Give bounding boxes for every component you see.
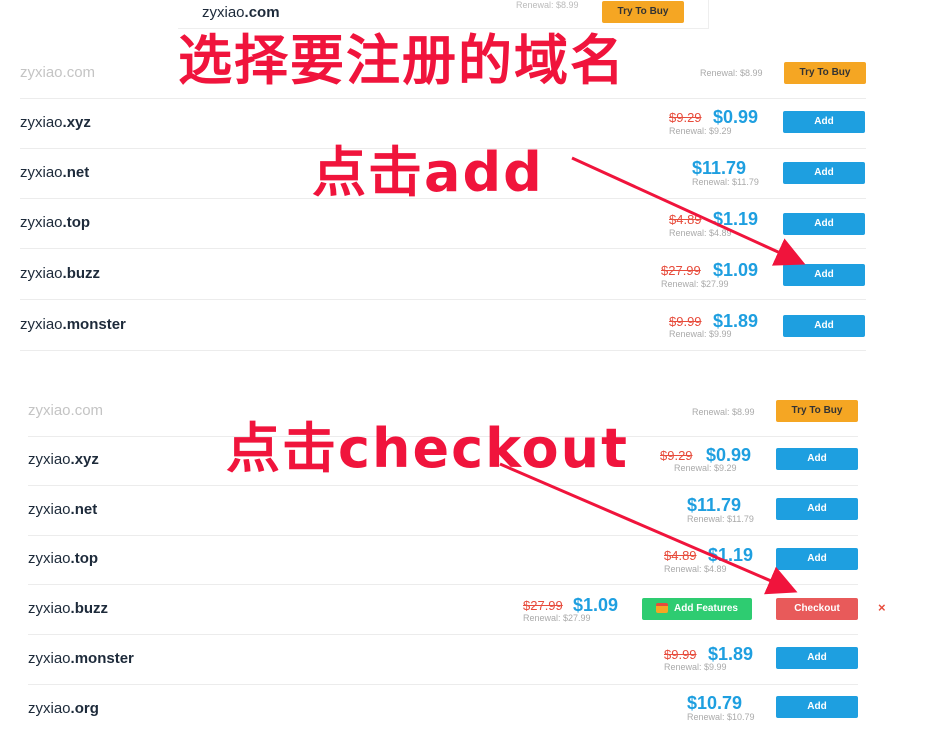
arrow-to-add xyxy=(571,156,806,266)
annotation-arrows xyxy=(499,156,806,595)
arrow-to-checkout xyxy=(499,462,798,595)
